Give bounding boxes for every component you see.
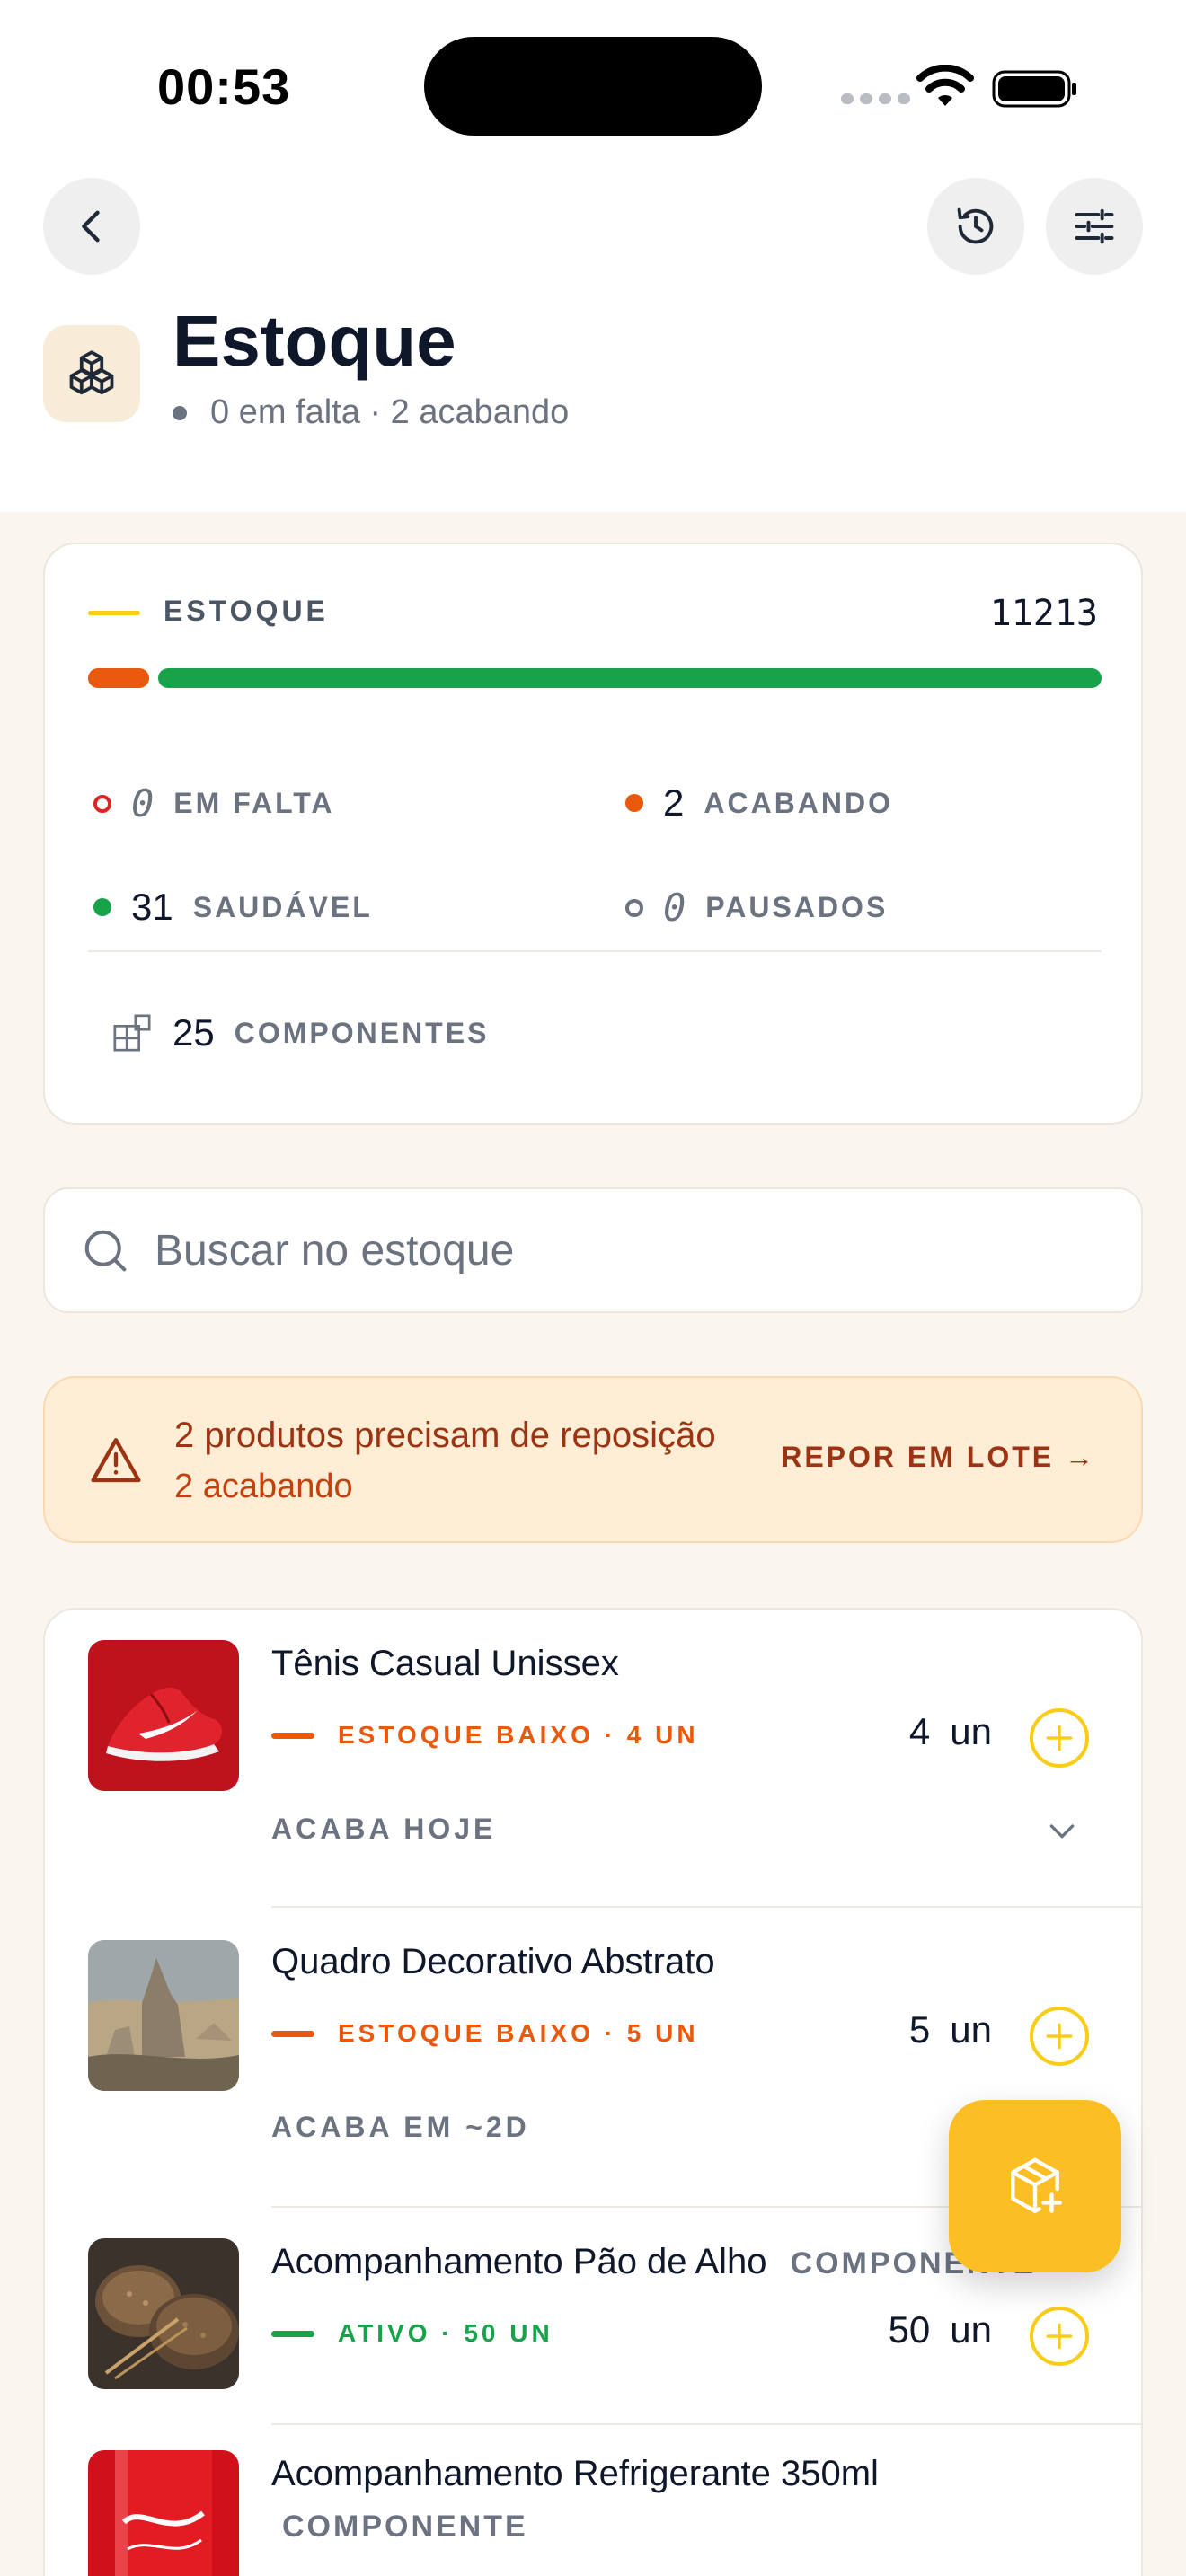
product-name-text: Acompanhamento Pão de Alho bbox=[271, 2242, 767, 2281]
stock-status: ATIVO · 50 UN bbox=[271, 2319, 553, 2348]
add-stock-button[interactable] bbox=[1030, 2007, 1089, 2066]
inventory-app-icon bbox=[43, 325, 140, 422]
package-plus-icon bbox=[1011, 2157, 1062, 2213]
summary-total: 11213 bbox=[989, 593, 1098, 634]
components-icon bbox=[113, 1014, 151, 1052]
quantity-value: 4 bbox=[908, 1710, 931, 1752]
stat-paused-value: 0 bbox=[663, 886, 686, 930]
ending-dot-icon bbox=[625, 794, 643, 812]
stock-summary-card: ESTOQUE 11213 0 EM FALTA 2 ACABANDO 31 S… bbox=[43, 543, 1143, 1125]
list-item[interactable]: Acompanhamento Refrigerante 350ml COMPON… bbox=[45, 2425, 1141, 2576]
status-line bbox=[271, 1732, 314, 1739]
history-button[interactable] bbox=[927, 178, 1024, 275]
stat-healthy[interactable]: 31 SAUDÁVEL bbox=[93, 886, 373, 929]
components-label: COMPONENTES bbox=[234, 1016, 490, 1049]
plus-icon bbox=[1046, 2023, 1073, 2050]
product-name: Tênis Casual Unissex bbox=[271, 1644, 619, 1683]
status-text: ATIVO · 50 UN bbox=[338, 2319, 553, 2347]
depletion-estimate: ACABA HOJE bbox=[271, 1813, 497, 1845]
product-name: Acompanhamento Refrigerante 350ml bbox=[271, 2454, 879, 2493]
stat-ending-label: ACABANDO bbox=[704, 786, 894, 819]
alert-subtitle: 2 acabando bbox=[174, 1468, 353, 1505]
sneaker-image bbox=[88, 1640, 239, 1791]
history-icon bbox=[957, 207, 994, 244]
quantity: 50 un bbox=[889, 2308, 992, 2351]
stat-healthy-value: 31 bbox=[131, 886, 173, 928]
product-list: Tênis Casual Unissex ESTOQUE BAIXO · 4 U… bbox=[43, 1608, 1143, 2576]
plus-icon bbox=[1046, 1725, 1073, 1751]
warning-triangle-icon bbox=[91, 1438, 141, 1483]
sliders-icon bbox=[1075, 208, 1114, 244]
painting-image bbox=[88, 1940, 239, 2091]
search-bar[interactable] bbox=[43, 1187, 1143, 1313]
cellular-signal-icon bbox=[841, 93, 910, 104]
stat-paused-label: PAUSADOS bbox=[705, 891, 889, 923]
status-text: ESTOQUE BAIXO · 5 UN bbox=[338, 2019, 699, 2047]
add-stock-button[interactable] bbox=[1030, 1708, 1089, 1768]
quantity-value: 5 bbox=[908, 2008, 931, 2051]
batch-restock-button[interactable]: REPOR EM LOTE → bbox=[781, 1441, 1096, 1474]
stock-bar-healthy-segment bbox=[158, 668, 1102, 688]
stat-missing[interactable]: 0 EM FALTA bbox=[93, 781, 335, 825]
quantity: 4 un bbox=[909, 1710, 992, 1753]
stat-ending[interactable]: 2 ACABANDO bbox=[625, 781, 893, 825]
list-item[interactable]: Tênis Casual Unissex ESTOQUE BAIXO · 4 U… bbox=[45, 1610, 1141, 1908]
quantity-unit: un bbox=[950, 2008, 992, 2051]
add-stock-button[interactable] bbox=[1030, 2307, 1089, 2366]
depletion-estimate: ACABA EM ~2D bbox=[271, 2111, 530, 2143]
search-icon bbox=[84, 1230, 127, 1272]
plus-icon bbox=[1046, 2323, 1073, 2350]
chevron-left-icon bbox=[82, 210, 100, 243]
missing-dot-icon bbox=[93, 794, 111, 813]
quantity-unit: un bbox=[950, 1710, 992, 1752]
stat-missing-label: EM FALTA bbox=[173, 787, 335, 819]
quantity: 5 un bbox=[909, 2008, 992, 2051]
status-time: 00:53 bbox=[157, 58, 291, 115]
product-name: Quadro Decorativo Abstrato bbox=[271, 1942, 715, 1981]
quantity-unit: un bbox=[950, 2308, 992, 2351]
stat-missing-value: 0 bbox=[131, 781, 155, 825]
stat-ending-value: 2 bbox=[663, 781, 685, 824]
components-count: 25 bbox=[173, 1011, 215, 1054]
stat-healthy-label: SAUDÁVEL bbox=[192, 890, 373, 923]
status-dot bbox=[173, 405, 187, 420]
dynamic-island bbox=[424, 37, 762, 136]
product-thumbnail bbox=[88, 1640, 239, 1791]
restock-alert-banner: 2 produtos precisam de reposição 2 acaba… bbox=[43, 1376, 1143, 1543]
component-tag: COMPONENTE bbox=[282, 2510, 528, 2544]
back-button[interactable] bbox=[43, 178, 140, 275]
summary-divider bbox=[88, 950, 1102, 952]
stock-status: ESTOQUE BAIXO · 5 UN bbox=[271, 2019, 699, 2048]
soda-can-image bbox=[88, 2450, 239, 2576]
battery-icon bbox=[992, 70, 1076, 108]
summary-accent-line bbox=[88, 611, 140, 615]
product-thumbnail bbox=[88, 2238, 239, 2389]
page-subtitle-text: 0 em falta · 2 acabando bbox=[210, 393, 570, 431]
alert-title: 2 produtos precisam de reposição bbox=[174, 1416, 716, 1455]
chevron-down-icon[interactable] bbox=[1044, 1813, 1080, 1848]
status-text: ESTOQUE BAIXO · 4 UN bbox=[338, 1721, 699, 1749]
summary-label: ESTOQUE bbox=[164, 595, 329, 627]
status-line bbox=[271, 2030, 314, 2037]
quantity-value: 50 bbox=[888, 2308, 931, 2351]
product-thumbnail bbox=[88, 1940, 239, 2091]
filters-button[interactable] bbox=[1046, 178, 1143, 275]
stat-paused[interactable]: 0 PAUSADOS bbox=[625, 886, 888, 930]
stock-status: ESTOQUE BAIXO · 4 UN bbox=[271, 1721, 699, 1750]
search-input[interactable] bbox=[155, 1225, 1053, 1275]
product-name: Acompanhamento Pão de Alho COMPONENTE bbox=[271, 2242, 1036, 2282]
bread-image bbox=[88, 2238, 239, 2389]
paused-dot-icon bbox=[625, 898, 643, 917]
page-title: Estoque bbox=[173, 301, 456, 381]
boxes-icon bbox=[69, 350, 114, 395]
stock-bar-low-segment bbox=[88, 668, 149, 688]
page-subtitle: 0 em falta · 2 acabando bbox=[173, 393, 569, 432]
components-link[interactable]: 25 COMPONENTES bbox=[111, 1011, 489, 1054]
add-product-fab[interactable] bbox=[949, 2100, 1121, 2272]
healthy-dot-icon bbox=[93, 898, 111, 916]
wifi-icon bbox=[916, 65, 974, 106]
status-line bbox=[271, 2330, 314, 2337]
product-thumbnail bbox=[88, 2450, 239, 2576]
